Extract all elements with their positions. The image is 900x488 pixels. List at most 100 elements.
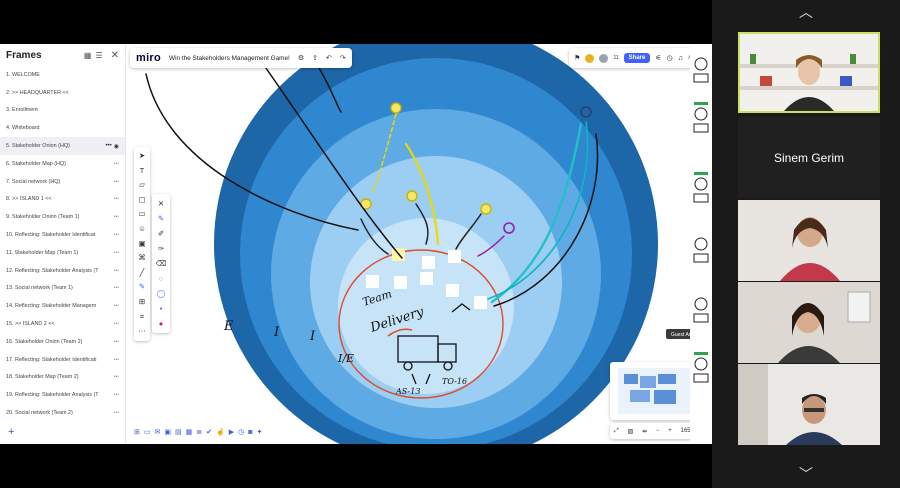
miro-board[interactable]: Team Delivery I/E AS-13 TO-16 E I I Gues… bbox=[126, 44, 712, 444]
frame-item[interactable]: 16. Stakeholder Onion (Team 2) ••• bbox=[0, 333, 125, 351]
camera-icon[interactable]: ◙ bbox=[248, 429, 252, 436]
marker-icon[interactable]: ✐ bbox=[158, 226, 164, 241]
video-tile[interactable] bbox=[738, 282, 880, 363]
frame-item[interactable]: 14. Reflecting: Stakeholder Managem ••• bbox=[0, 297, 125, 315]
screen-share-icon[interactable]: ▣ bbox=[164, 428, 171, 436]
close-icon[interactable]: ✕ bbox=[111, 50, 119, 61]
frame-item[interactable]: 4. Whiteboard bbox=[0, 119, 125, 137]
frames-icon[interactable]: ⊞ bbox=[134, 428, 140, 436]
more-icon[interactable]: ••• bbox=[105, 143, 111, 149]
more-icon[interactable]: ••• bbox=[114, 374, 119, 380]
chat-icon[interactable]: ✉ bbox=[155, 428, 161, 436]
frame-item[interactable]: 6. Stakeholder Map (HQ) ••• bbox=[0, 155, 125, 173]
frame-item[interactable]: 12. Reflecting: Stakeholder Analysis (T •… bbox=[0, 262, 125, 280]
sliders-icon[interactable]: ⚟ bbox=[655, 54, 661, 62]
more-tools-icon[interactable]: ⋯ bbox=[138, 324, 145, 339]
timer-icon[interactable]: ◷ bbox=[667, 54, 673, 62]
frame-item[interactable]: 10. Reflecting: Stakeholder Identificat •… bbox=[0, 226, 125, 244]
chevron-up-icon[interactable]: ︿ bbox=[712, 2, 900, 22]
pen-tool-icon[interactable]: ✎ bbox=[139, 280, 145, 295]
video-icon[interactable]: ▶ bbox=[229, 428, 234, 436]
more-icon[interactable]: ••• bbox=[114, 179, 119, 185]
cards-icon[interactable]: ▤ bbox=[175, 428, 182, 436]
cursor-flag-icon[interactable]: ⚑ bbox=[574, 54, 580, 62]
color-swatch-icon[interactable]: ● bbox=[159, 316, 163, 331]
frame-item[interactable]: 17. Reflecting: Stakeholder Identificati… bbox=[0, 351, 125, 369]
avatar[interactable] bbox=[585, 53, 595, 63]
collaborator-count[interactable]: 11 bbox=[613, 55, 618, 61]
video-tile[interactable] bbox=[738, 200, 880, 281]
lasso-icon[interactable]: ◌ bbox=[159, 271, 163, 286]
emoji-tool-icon[interactable]: ☺ bbox=[138, 222, 146, 237]
eraser-icon[interactable]: ⌫ bbox=[156, 256, 166, 271]
miro-logo[interactable]: miro bbox=[136, 52, 161, 64]
frame-item[interactable]: 15. >> ISLAND 2 << ••• bbox=[0, 315, 125, 333]
fit-width-icon[interactable]: ⇹ bbox=[642, 428, 647, 435]
more-icon[interactable]: ••• bbox=[114, 232, 119, 238]
eye-icon[interactable]: ◉ bbox=[114, 143, 119, 150]
minimap[interactable] bbox=[610, 362, 700, 420]
sticky-note-tool-icon[interactable]: ▱ bbox=[139, 178, 145, 193]
more-icon[interactable]: ••• bbox=[114, 268, 119, 274]
more-icon[interactable]: ••• bbox=[114, 321, 119, 327]
line-tool-icon[interactable]: ╱ bbox=[140, 266, 144, 281]
video-tile[interactable] bbox=[738, 364, 880, 445]
frame-item[interactable]: 19. Reflecting: Stakeholder Analysis (T •… bbox=[0, 386, 125, 404]
idea-icon[interactable]: ✦ bbox=[256, 428, 262, 436]
board-name[interactable]: Win the Stakeholders Management Game! bbox=[169, 55, 290, 62]
smart-drawing-icon[interactable]: ✑ bbox=[158, 241, 164, 256]
more-icon[interactable]: ••• bbox=[114, 303, 119, 309]
stroke-dot-icon[interactable]: • bbox=[160, 301, 163, 316]
timer-icon[interactable]: ◷ bbox=[238, 428, 244, 436]
more-icon[interactable]: ••• bbox=[114, 357, 119, 363]
frame-item[interactable]: 8. >> ISLAND 1 << ••• bbox=[0, 191, 125, 209]
lines-icon[interactable]: ≣ bbox=[196, 428, 202, 436]
comments-icon[interactable]: ▭ bbox=[144, 428, 151, 436]
video-tile-camera-off[interactable]: Sinem Gerim bbox=[738, 117, 880, 198]
stroke-width-icon[interactable]: ◯ bbox=[157, 286, 165, 301]
shape-tool-icon[interactable]: ▢ bbox=[139, 193, 146, 208]
frame-item[interactable]: 13. Social network (Team 1) ••• bbox=[0, 280, 125, 298]
add-frame-button[interactable]: + bbox=[8, 426, 14, 438]
more-icon[interactable]: ••• bbox=[114, 285, 119, 291]
upload-icon[interactable]: ⇪ bbox=[312, 54, 318, 62]
more-icon[interactable]: ••• bbox=[114, 196, 119, 202]
like-icon[interactable]: ☝ bbox=[216, 428, 225, 436]
map-icon[interactable]: ▨ bbox=[628, 428, 634, 435]
frame-item[interactable]: 9. Stakeholder Onion (Team 1) ••• bbox=[0, 208, 125, 226]
more-icon[interactable]: ••• bbox=[114, 410, 119, 416]
frame-item[interactable]: 1. WELCOME bbox=[0, 66, 125, 84]
frame-item-active[interactable]: 5. Stakeholder Onion (HQ) ••• ◉ bbox=[0, 137, 125, 155]
voting-icon[interactable]: ✔ bbox=[206, 428, 212, 436]
zoom-out-button[interactable]: − bbox=[656, 428, 660, 434]
more-icon[interactable]: ••• bbox=[114, 161, 119, 167]
connection-tool-icon[interactable]: ⌘ bbox=[138, 251, 145, 266]
frame-item[interactable]: 20. Social network (Team 2) ••• bbox=[0, 404, 125, 422]
bell-icon[interactable]: ♫ bbox=[678, 55, 683, 62]
grid-view-icon[interactable]: ▦ bbox=[84, 51, 92, 60]
frame-item[interactable]: 7. Social network (HQ) ••• bbox=[0, 173, 125, 191]
frame-item[interactable]: 2. >> HEADQUARTER << bbox=[0, 84, 125, 102]
zoom-in-button[interactable]: + bbox=[668, 428, 672, 434]
more-icon[interactable]: ••• bbox=[114, 339, 119, 345]
text-tool-icon[interactable]: T bbox=[140, 164, 145, 179]
pen-icon[interactable]: ✎ bbox=[158, 211, 164, 226]
comment-tool-icon[interactable]: ▭ bbox=[139, 207, 146, 222]
frame-item[interactable]: 11. Stakeholder Map (Team 1) ••• bbox=[0, 244, 125, 262]
fit-icon[interactable]: ⤢ bbox=[614, 428, 619, 435]
frame-tool-icon[interactable]: ▣ bbox=[139, 237, 146, 252]
list-view-icon[interactable]: ☰ bbox=[95, 51, 102, 60]
grid-icon[interactable]: ▦ bbox=[186, 428, 193, 436]
more-icon[interactable]: ••• bbox=[114, 392, 119, 398]
select-tool-icon[interactable]: ➤ bbox=[139, 149, 145, 164]
avatar[interactable] bbox=[599, 53, 609, 63]
more-icon[interactable]: ••• bbox=[114, 214, 119, 220]
more-icon[interactable]: ••• bbox=[114, 250, 119, 256]
frame-item[interactable]: 18. Stakeholder Map (Team 2) ••• bbox=[0, 369, 125, 387]
table-tool-icon[interactable]: ⊞ bbox=[139, 295, 145, 310]
redo-icon[interactable]: ↷ bbox=[340, 54, 346, 62]
share-button[interactable]: Share bbox=[623, 53, 651, 63]
frame-item[interactable]: 3. Enrollment bbox=[0, 102, 125, 120]
video-tile-active-speaker[interactable] bbox=[738, 32, 880, 113]
settings-icon[interactable]: ⚙ bbox=[298, 54, 304, 62]
